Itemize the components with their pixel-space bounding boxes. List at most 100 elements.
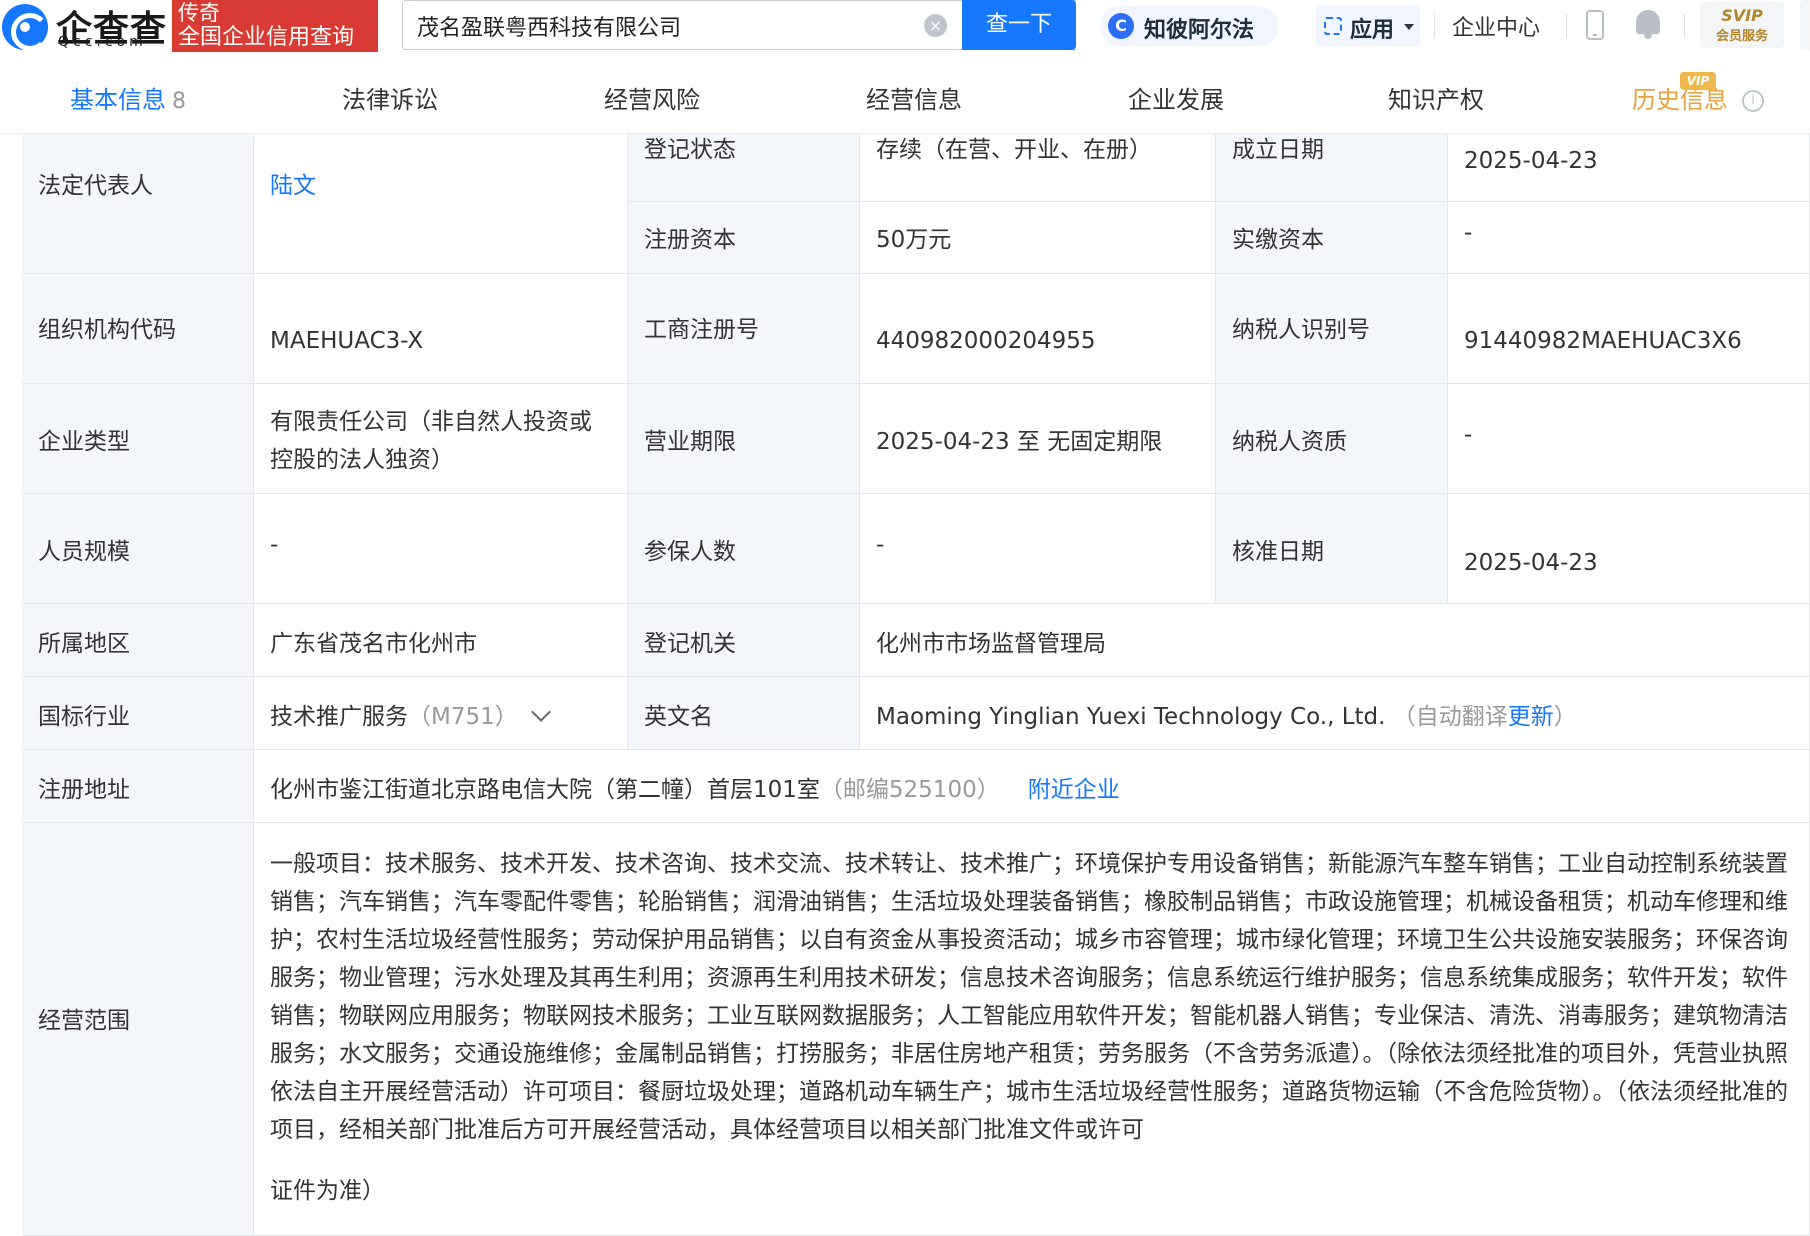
approval-date-value: 2025-04-23	[1464, 550, 1598, 576]
scope-value-cell: 一般项目：技术服务、技术开发、技术咨询、技术交流、技术转让、技术推广；环境保护专…	[254, 823, 1810, 1236]
svip-subtitle: 会员服务	[1715, 29, 1768, 44]
header-divider	[1434, 14, 1435, 38]
address-value: 化州市鉴江街道北京路电信大院（第二幢）首层101室	[270, 777, 820, 803]
reg-capital-value-cell: 50万元	[860, 202, 1216, 274]
industry-label: 国标行业	[38, 704, 130, 730]
reg-authority-value: 化州市市场监督管理局	[876, 631, 1106, 657]
reg-authority-label-cell: 登记机关	[628, 604, 860, 677]
tab-legal[interactable]: 法律诉讼	[342, 66, 438, 134]
apps-label: 应用	[1350, 18, 1395, 43]
address-wrap: 化州市鉴江街道北京路电信大院（第二幢）首层101室（邮编525100） 附近企业	[270, 770, 1120, 804]
info-icon[interactable]: i	[1742, 90, 1764, 112]
chevron-down-icon[interactable]	[530, 702, 551, 722]
address-postcode: （邮编525100）	[819, 777, 1000, 803]
tab-label: 基本信息	[70, 86, 166, 114]
tab-operating-risk[interactable]: 经营风险	[604, 66, 700, 134]
zhibi-alpha-button[interactable]: C 知彼阿尔法	[1100, 6, 1278, 46]
company-type-label-cell: 企业类型	[22, 384, 254, 494]
zhibi-label: 知彼阿尔法	[1144, 18, 1255, 43]
paid-capital-label: 实缴资本	[1232, 227, 1324, 253]
auto-translate-note-end: ）	[1553, 704, 1577, 730]
svip-title: SVIP	[1721, 6, 1763, 25]
reg-authority-label: 登记机关	[644, 631, 736, 657]
apps-icon	[1324, 17, 1342, 35]
taxpayer-qual-value-cell: -	[1448, 384, 1810, 494]
biz-reg-no-label-cell: 工商注册号	[628, 274, 860, 384]
promo-line2: 全国企业信用查询	[178, 25, 355, 50]
taxpayer-id-label: 纳税人识别号	[1232, 317, 1370, 343]
english-name-label: 英文名	[644, 704, 713, 730]
region-value: 广东省茂名市化州市	[270, 631, 477, 657]
nearby-companies-link[interactable]: 附近企业	[1028, 777, 1120, 803]
legal-rep-label: 法定代表人	[38, 173, 153, 199]
biz-term-value-cell: 2025-04-23 至 无固定期限	[860, 384, 1216, 494]
phone-icon[interactable]	[1586, 10, 1604, 40]
paid-capital-value: -	[1464, 220, 1473, 246]
paid-capital-label-cell: 实缴资本	[1216, 202, 1448, 274]
basic-info-table: 法定代表人 陆文 登记状态 存续（在营、开业、在册） 成立日期 2025-04-…	[22, 134, 1810, 1236]
auto-translate-note: （自动翻译	[1392, 704, 1508, 730]
taxpayer-id-value-cell: 91440982MAEHUAC3X6	[1448, 274, 1810, 384]
tab-basic-info[interactable]: 基本信息 8	[70, 66, 186, 134]
search-input[interactable]	[417, 11, 917, 41]
caret-down-icon	[1404, 24, 1414, 30]
update-translation-link[interactable]: 更新	[1508, 704, 1554, 730]
company-type-value-cell: 有限责任公司（非自然人投资或 控股的法人独资）	[254, 384, 628, 494]
tab-bar: 基本信息 8 法律诉讼 经营风险 经营信息 企业发展 知识产权 历史信息 VIP …	[0, 66, 1810, 134]
taxpayer-qual-value: -	[1464, 422, 1473, 448]
promo-line1: 传奇	[178, 1, 220, 25]
biz-reg-no-label: 工商注册号	[644, 317, 759, 343]
scope-tail: 证件为准）	[270, 1178, 385, 1204]
english-name-wrap: Maoming Yinglian Yuexi Technology Co., L…	[876, 697, 1577, 731]
svip-button[interactable]: SVIP 会员服务	[1700, 2, 1784, 48]
founded-label: 成立日期	[1232, 137, 1324, 163]
legal-rep-value-cell: 陆文	[254, 134, 628, 274]
top-bar: 企查查 Qcc.com 传奇 全国企业信用查询 × 查一下 C 知彼阿尔法 应用…	[0, 0, 1810, 62]
taxpayer-id-value: 91440982MAEHUAC3X6	[1464, 328, 1742, 354]
logo-domain: Qcc.com	[58, 34, 147, 50]
tab-ip[interactable]: 知识产权	[1388, 66, 1484, 134]
company-type-line2: 控股的法人独资）	[270, 447, 454, 473]
reg-status-label: 登记状态	[644, 137, 736, 163]
approval-date-label: 核准日期	[1232, 539, 1324, 565]
region-label: 所属地区	[38, 631, 130, 657]
industry-value-cell: 技术推广服务（M751）	[254, 677, 628, 750]
address-value-cell: 化州市鉴江街道北京路电信大院（第二幢）首层101室（邮编525100） 附近企业	[254, 750, 1810, 823]
legal-rep-link[interactable]: 陆文	[270, 166, 316, 200]
qcc-logo[interactable]: 企查查 Qcc.com	[0, 0, 170, 52]
insured-label: 参保人数	[644, 539, 736, 565]
qcc-logo-icon	[2, 4, 49, 51]
tab-development[interactable]: 企业发展	[1128, 66, 1224, 134]
tab-count: 8	[172, 89, 186, 114]
clear-icon[interactable]: ×	[924, 14, 947, 37]
staff-size-value: -	[270, 532, 279, 558]
biz-reg-no-value: 440982000204955	[876, 328, 1096, 354]
taxpayer-id-label-cell: 纳税人识别号	[1216, 274, 1448, 384]
address-label-cell: 注册地址	[22, 750, 254, 823]
staff-size-label-cell: 人员规模	[22, 494, 254, 604]
bell-icon[interactable]	[1636, 10, 1660, 39]
side-panel-handle[interactable]	[1800, 0, 1810, 50]
tab-operating-info[interactable]: 经营信息	[866, 66, 962, 134]
org-code-value: MAEHUAC3-X	[270, 328, 424, 354]
apps-dropdown[interactable]: 应用	[1316, 6, 1420, 46]
industry-value: 技术推广服务	[270, 704, 408, 730]
reg-capital-value: 50万元	[876, 227, 952, 253]
biz-term-value: 2025-04-23 至 无固定期限	[876, 429, 1163, 455]
header-divider	[1684, 14, 1685, 38]
enterprise-center-link[interactable]: 企业中心	[1452, 10, 1540, 42]
vip-badge: VIP	[1680, 72, 1716, 90]
industry-label-cell: 国标行业	[22, 677, 254, 750]
taxpayer-qual-label: 纳税人资质	[1232, 429, 1347, 455]
staff-size-label: 人员规模	[38, 539, 130, 565]
search-button[interactable]: 查一下	[962, 0, 1076, 50]
scope-value: 一般项目：技术服务、技术开发、技术咨询、技术交流、技术转让、技术推广；环境保护专…	[270, 851, 1788, 1143]
staff-size-value-cell: -	[254, 494, 628, 604]
founded-value-cell: 2025-04-23	[1448, 134, 1810, 202]
promo-banner[interactable]: 传奇 全国企业信用查询	[172, 0, 378, 52]
industry-code: （M751）	[408, 704, 518, 730]
scope-label: 经营范围	[38, 1008, 130, 1034]
industry-value-wrap[interactable]: 技术推广服务（M751）	[270, 697, 551, 731]
reg-status-value: 存续（在营、开业、在册）	[876, 137, 1152, 163]
insured-value-cell: -	[860, 494, 1216, 604]
